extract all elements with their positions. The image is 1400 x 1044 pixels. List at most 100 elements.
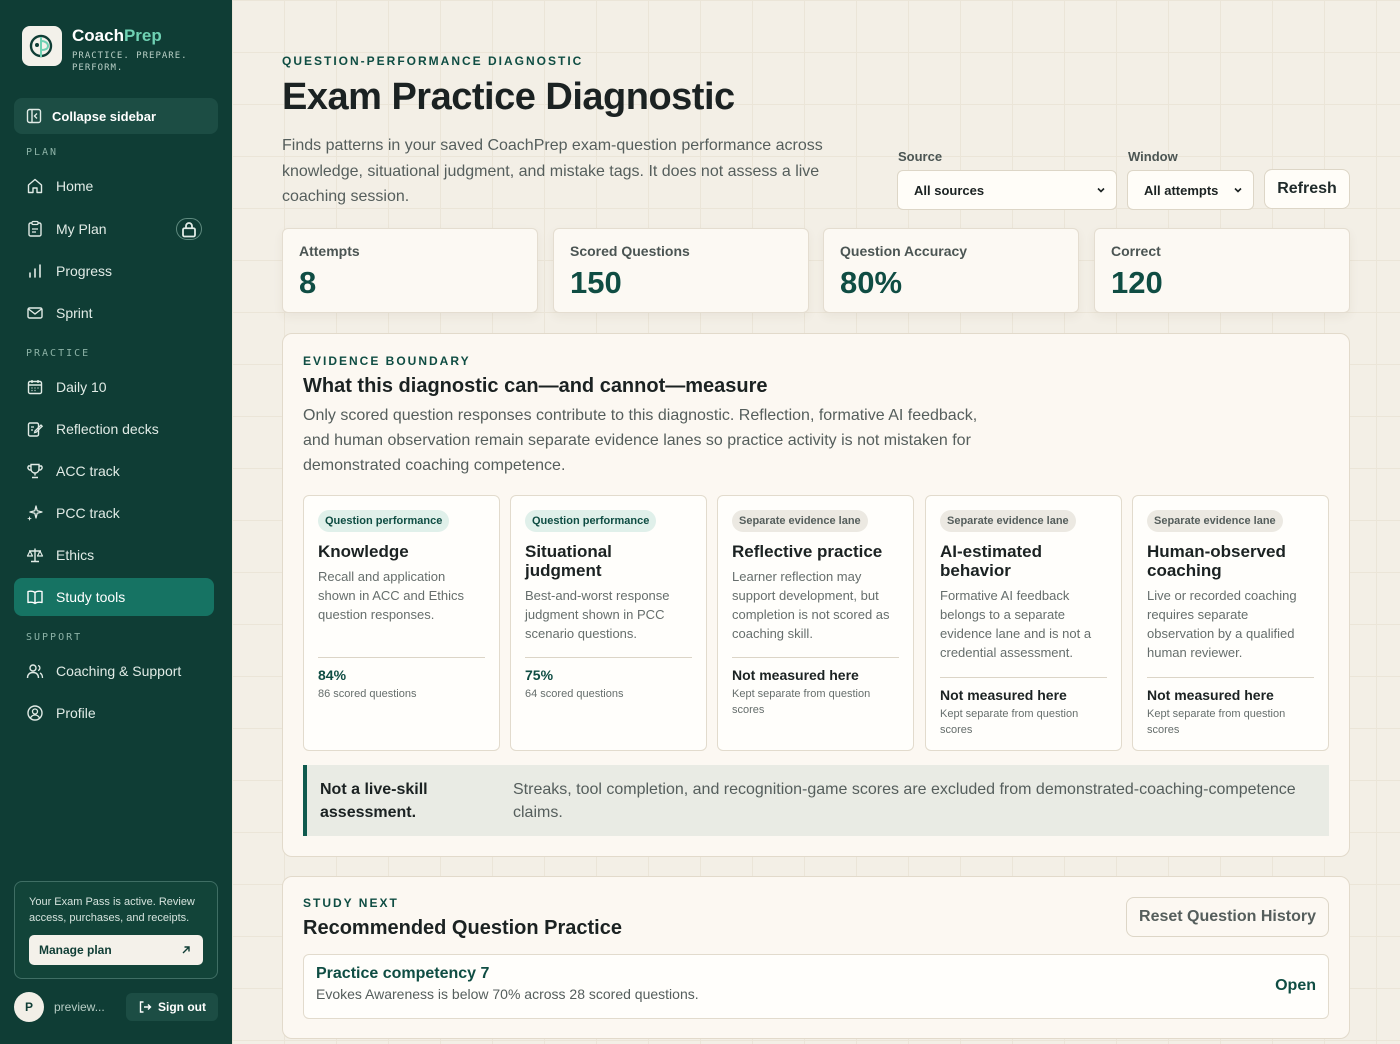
sign-out-label: Sign out	[158, 1000, 206, 1014]
callout-text: Streaks, tool completion, and recognitio…	[513, 780, 1296, 821]
stat-label: Scored Questions	[570, 243, 690, 259]
stat-label: Question Accuracy	[840, 243, 968, 259]
main-content: QUESTION-PERFORMANCE DIAGNOSTIC Exam Pra…	[232, 0, 1400, 1044]
arrow-up-right-icon	[182, 946, 190, 954]
stat-attempts: Attempts 8	[282, 228, 538, 313]
stat-label: Correct	[1111, 243, 1161, 259]
manage-plan-button[interactable]: Manage plan	[29, 935, 203, 965]
user-row: P preview... Sign out	[14, 992, 218, 1022]
lane-card-knowledge: Question performance Knowledge Recall an…	[303, 495, 500, 751]
study-next-panel: STUDY NEXT Recommended Question Practice…	[282, 876, 1350, 1039]
exam-pass-card: Your Exam Pass is active. Review access,…	[14, 881, 218, 979]
lane-title: Knowledge	[318, 542, 409, 561]
lane-title: AI-estimated behavior	[940, 542, 1043, 580]
chevron-down-icon	[1097, 187, 1105, 193]
sidebar-item-daily-10[interactable]: Daily 10	[14, 368, 214, 406]
study-next-title: Recommended Question Practice	[303, 917, 622, 939]
sidebar-item-coaching-support[interactable]: Coaching & Support	[14, 652, 214, 690]
sidebar-item-sprint[interactable]: Sprint	[14, 294, 214, 332]
lane-description: Live or recorded coaching requires separ…	[1147, 588, 1297, 660]
page-description: Finds patterns in your saved CoachPrep e…	[282, 137, 823, 205]
sidebar-item-label: Reflection decks	[56, 421, 159, 437]
lane-title: Situational judgment	[525, 542, 612, 580]
avatar[interactable]: P	[14, 992, 44, 1022]
stat-question-accuracy: Question Accuracy 80%	[823, 228, 1079, 313]
sidebar-item-study-tools[interactable]: Study tools	[14, 578, 214, 616]
page-eyebrow: QUESTION-PERFORMANCE DIAGNOSTIC	[282, 54, 584, 68]
sidebar-item-pcc-track[interactable]: PCC track	[14, 494, 214, 532]
sidebar-item-label: ACC track	[56, 463, 120, 479]
evidence-eyebrow: EVIDENCE BOUNDARY	[303, 354, 471, 368]
lane-tag: Separate evidence lane	[940, 510, 1076, 532]
sidebar-item-label: Sprint	[56, 305, 93, 321]
lane-sub: Kept separate from question scores	[1147, 708, 1286, 736]
source-select[interactable]: All sources	[897, 170, 1117, 210]
window-select-value: All attempts	[1144, 182, 1219, 198]
recommendation-title: Practice competency 7	[316, 965, 490, 982]
lane-card-reflective-practice: Separate evidence lane Reflective practi…	[717, 495, 914, 751]
callout-title: Not a live-skill assessment.	[320, 780, 428, 821]
evidence-boundary-panel: EVIDENCE BOUNDARY What this diagnostic c…	[282, 333, 1350, 857]
reset-question-history-button[interactable]: Reset Question History	[1126, 897, 1329, 937]
sidebar-item-ethics[interactable]: Ethics	[14, 536, 214, 574]
evidence-description: Only scored question responses contribut…	[303, 407, 978, 474]
sidebar-item-progress[interactable]: Progress	[14, 252, 214, 290]
lane-description: Learner reflection may support developme…	[732, 569, 890, 641]
lane-sub: Kept separate from question scores	[940, 708, 1079, 736]
refresh-button[interactable]: Refresh	[1264, 169, 1350, 209]
sidebar-item-label: Study tools	[56, 589, 126, 605]
lane-description: Best-and-worst response judgment shown i…	[525, 588, 670, 641]
lane-footer: Not measured here Kept separate from que…	[940, 677, 1107, 738]
stat-value: 80%	[840, 265, 903, 300]
lane-footer: Not measured here Kept separate from que…	[732, 657, 899, 718]
user-circle-icon	[27, 705, 43, 721]
nav-section-practice: PRACTICE	[26, 348, 91, 359]
sidebar-item-profile[interactable]: Profile	[14, 694, 214, 732]
collapse-sidebar-label: Collapse sidebar	[52, 108, 157, 124]
window-select[interactable]: All attempts	[1127, 170, 1254, 210]
collapse-sidebar-button[interactable]: Collapse sidebar	[14, 98, 218, 134]
sidebar-item-label: Home	[56, 178, 94, 194]
lane-metric: Not measured here	[732, 667, 859, 683]
mail-icon	[27, 307, 43, 319]
lane-footer: 84% 86 scored questions	[318, 657, 485, 702]
lane-sub: 86 scored questions	[318, 688, 417, 700]
sign-out-icon	[139, 1001, 152, 1013]
home-icon	[27, 178, 43, 194]
page-title: Exam Practice Diagnostic	[282, 76, 735, 118]
recommendation-card[interactable]: Practice competency 7 Evokes Awareness i…	[303, 954, 1329, 1019]
lane-tag: Separate evidence lane	[1147, 510, 1283, 532]
sidebar-item-label: Daily 10	[56, 379, 107, 395]
stat-label: Attempts	[299, 243, 360, 259]
lane-card-human-observed-coaching: Separate evidence lane Human-observed co…	[1132, 495, 1329, 751]
lane-metric: 75%	[525, 667, 554, 683]
sidebar-item-my-plan[interactable]: My Plan	[14, 210, 214, 248]
chevron-down-icon	[1234, 187, 1242, 193]
lane-footer: 75% 64 scored questions	[525, 657, 692, 702]
lane-tag: Question performance	[318, 510, 450, 532]
brand-name: CoachPrep	[72, 26, 162, 45]
open-recommendation-link[interactable]: Open	[1275, 977, 1316, 995]
sidebar-item-acc-track[interactable]: ACC track	[14, 452, 214, 490]
lane-tag: Separate evidence lane	[732, 510, 868, 532]
exam-pass-text: Your Exam Pass is active. Review access,…	[29, 896, 195, 924]
source-select-value: All sources	[914, 182, 985, 198]
manage-plan-label: Manage plan	[39, 943, 112, 957]
sidebar-item-reflection-decks[interactable]: Reflection decks	[14, 410, 214, 448]
lane-metric: 84%	[318, 667, 347, 683]
recommendation-description: Evokes Awareness is below 70% across 28 …	[316, 986, 699, 1002]
stat-correct: Correct 120	[1094, 228, 1350, 313]
lane-metric: Not measured here	[1147, 687, 1274, 703]
sidebar-item-home[interactable]: Home	[14, 167, 214, 205]
study-next-eyebrow: STUDY NEXT	[303, 896, 399, 910]
brand-tagline: PRACTICE. PREPARE. PERFORM.	[72, 51, 188, 73]
sparkle-icon	[27, 505, 43, 521]
lane-metric: Not measured here	[940, 687, 1067, 703]
brand[interactable]: CoachPrep PRACTICE. PREPARE. PERFORM.	[22, 26, 192, 74]
lane-description: Formative AI feedback belongs to a separ…	[940, 588, 1092, 660]
bar-chart-icon	[29, 264, 41, 278]
scale-icon	[26, 548, 44, 563]
sidebar-collapse-icon	[26, 108, 42, 124]
lock-icon	[176, 218, 202, 240]
sign-out-button[interactable]: Sign out	[126, 993, 218, 1021]
